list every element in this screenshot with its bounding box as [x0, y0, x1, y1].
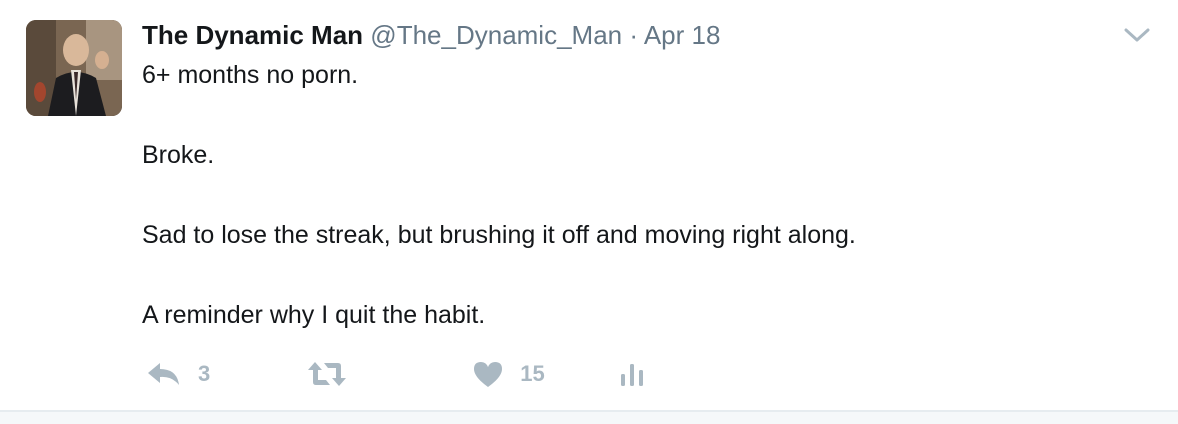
separator-dot: · — [629, 20, 639, 50]
author-handle[interactable]: @The_Dynamic_Man — [370, 20, 622, 50]
reply-count: 3 — [198, 361, 211, 386]
reply-icon — [146, 360, 182, 388]
avatar[interactable] — [26, 20, 122, 116]
tweet-header: The Dynamic Man @The_Dynamic_Man · Apr 1… — [142, 18, 720, 52]
tweet-paragraph: Broke. — [142, 141, 215, 169]
analytics-button[interactable] — [619, 360, 645, 388]
heart-icon — [472, 360, 504, 388]
like-count: 15 — [520, 361, 545, 386]
tweet-paragraph: 6+ months no porn. — [142, 61, 359, 89]
retweet-icon — [306, 360, 348, 388]
reply-button[interactable]: 3 — [146, 360, 210, 388]
retweet-button[interactable] — [306, 360, 364, 388]
divider — [0, 410, 1178, 424]
tweet-date[interactable]: Apr 18 — [644, 20, 721, 50]
like-button[interactable]: 15 — [472, 360, 545, 388]
analytics-icon — [619, 360, 645, 388]
author-name[interactable]: The Dynamic Man — [142, 20, 363, 50]
tweet-paragraph: A reminder why I quit the habit. — [142, 301, 486, 329]
tweet-card[interactable]: The Dynamic Man @The_Dynamic_Man · Apr 1… — [0, 0, 1178, 410]
tweet-actions: 3 15 — [146, 356, 645, 392]
avatar-photo — [26, 20, 122, 116]
chevron-down-icon[interactable] — [1122, 20, 1152, 50]
tweet-text: 6+ months no porn. Broke. Sad to lose th… — [142, 58, 1142, 378]
tweet-paragraph: Sad to lose the streak, but brushing it … — [142, 221, 856, 249]
